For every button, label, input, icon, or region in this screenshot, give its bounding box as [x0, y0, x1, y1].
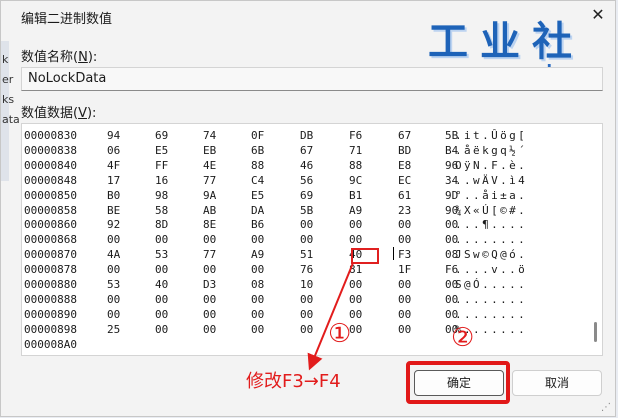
step-2-marker: ②	[451, 323, 475, 353]
edit-binary-dialog: k er ks ata 编辑二进制数值 ✕ 工业社 www.gongyeshe.…	[0, 0, 616, 417]
step-1-marker: ①	[328, 319, 352, 349]
annotation-instruction: 修改F3→F4	[246, 371, 341, 392]
annotation-arrow	[307, 262, 354, 371]
resize-grip-icon[interactable]: ⋰	[601, 402, 611, 413]
ok-button[interactable]: 确定	[414, 370, 504, 396]
cancel-button[interactable]: 取消	[512, 370, 602, 396]
